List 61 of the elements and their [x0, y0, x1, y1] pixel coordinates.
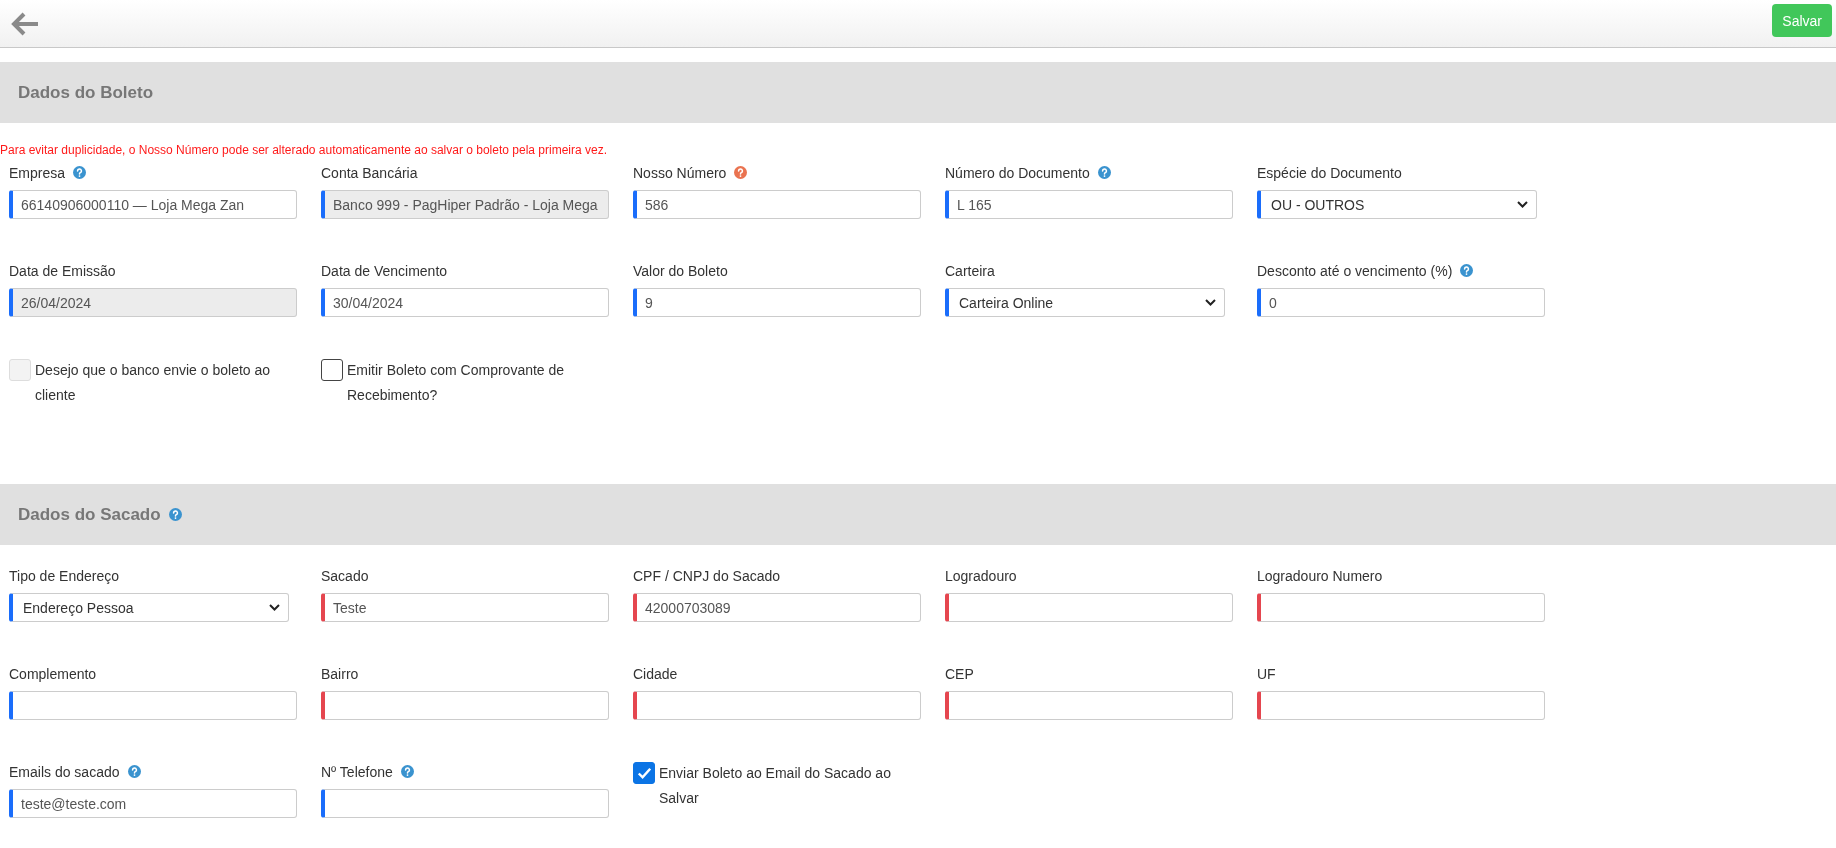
checkbox-label: Emitir Boleto com Comprovante de Recebimento? — [347, 361, 566, 405]
checkbox[interactable] — [633, 762, 655, 784]
field-label: Complemento — [9, 666, 97, 682]
field-label: Carteira — [945, 263, 995, 279]
text-field[interactable]: teste@teste.com — [9, 789, 297, 818]
field-label: Data de Emissão — [9, 263, 116, 279]
field-label: Cidade — [633, 666, 678, 682]
text-field[interactable] — [1257, 593, 1545, 622]
help-icon[interactable] — [734, 166, 748, 179]
chevron-down-icon — [269, 604, 280, 611]
help-icon[interactable] — [1097, 166, 1111, 179]
field-label: Logradouro Numero — [1257, 568, 1383, 584]
field-label: Espécie do Documento — [1257, 165, 1402, 181]
checkbox-label: Desejo que o banco envie o boleto ao cliente — [35, 361, 272, 405]
field-label: Empresa — [9, 165, 66, 181]
back-arrow-icon[interactable] — [10, 10, 40, 37]
text-field[interactable] — [945, 593, 1233, 622]
field-label: Data de Vencimento — [321, 263, 448, 279]
field-label: Logradouro — [945, 568, 1017, 584]
field-label: Tipo de Endereço — [9, 568, 119, 584]
field-label: Bairro — [321, 666, 359, 682]
text-field[interactable]: 9 — [633, 288, 921, 317]
help-icon[interactable] — [127, 765, 141, 778]
section-title: Dados do Sacado — [18, 504, 161, 525]
help-icon[interactable] — [1460, 264, 1474, 277]
checkbox[interactable] — [321, 359, 343, 381]
checkbox-label: Enviar Boleto ao Email do Sacado ao Salvar — [659, 764, 892, 808]
notice-text: Para evitar duplicidade, o Nosso Número pode ser alterado automaticamente ao salvar o boleto pela primeira vez. — [0, 143, 608, 157]
field-label: Sacado — [321, 568, 369, 584]
field-label: Nosso Número — [633, 165, 727, 181]
text-field[interactable] — [321, 691, 609, 720]
text-field[interactable] — [945, 691, 1233, 720]
help-icon[interactable] — [400, 765, 414, 778]
text-field[interactable]: Teste — [321, 593, 609, 622]
text-field[interactable]: 42000703089 — [633, 593, 921, 622]
chevron-down-icon — [1205, 299, 1216, 306]
text-field[interactable]: 0 — [1257, 288, 1545, 317]
help-icon[interactable] — [168, 508, 182, 521]
field-label: Desconto até o vencimento (%) — [1257, 263, 1453, 279]
help-icon[interactable] — [73, 166, 87, 179]
text-field[interactable]: 586 — [633, 190, 921, 219]
text-field[interactable] — [633, 691, 921, 720]
field-label: Emails do sacado — [9, 764, 120, 780]
field-label: Nº Telefone — [321, 764, 393, 780]
field-label: UF — [1257, 666, 1276, 682]
dropdown[interactable]: OU - OUTROS — [1257, 190, 1537, 219]
dropdown[interactable]: Endereço Pessoa — [9, 593, 289, 622]
text-field[interactable]: 30/04/2024 — [321, 288, 609, 317]
field-label: Conta Bancária — [321, 165, 418, 181]
dropdown[interactable]: Carteira Online — [945, 288, 1225, 317]
field-label: CPF / CNPJ do Sacado — [633, 568, 781, 584]
text-field[interactable]: L 165 — [945, 190, 1233, 219]
text-field[interactable]: 66140906000110 — Loja Mega Zan — [9, 190, 297, 219]
text-field[interactable] — [321, 789, 609, 818]
field-label: Valor do Boleto — [633, 263, 728, 279]
section-title: Dados do Boleto — [18, 82, 154, 103]
field-label: Número do Documento — [945, 165, 1090, 181]
chevron-down-icon — [1517, 201, 1528, 208]
text-field[interactable] — [1257, 691, 1545, 720]
text-field[interactable] — [9, 691, 297, 720]
field-label: CEP — [945, 666, 974, 682]
